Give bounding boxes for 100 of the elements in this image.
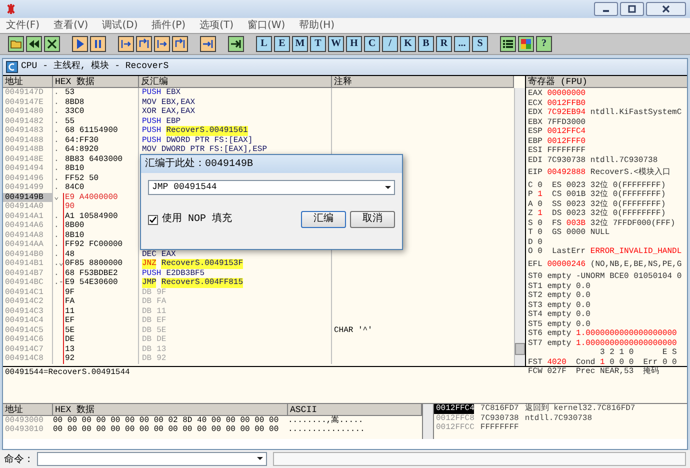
address-cell: 00491488 [3,136,53,145]
menu-item[interactable]: 调试(D) [102,18,138,33]
operand: 13 [156,344,166,354]
toolbar-button[interactable]: M [292,36,308,52]
toolbar-button[interactable] [228,36,244,52]
menu-item[interactable]: 选项(T) [200,18,234,33]
register-text: 7C92EB94 [547,108,586,118]
minimize-button[interactable] [594,2,618,16]
menu-item[interactable]: 查看(V) [54,18,88,33]
register-text: A 0 SS 0023 32位 0(FFFFFFFF) [528,200,666,208]
close-icon [661,5,671,13]
toolbar-button[interactable]: H [346,36,362,52]
mnemonic: DEC [142,250,156,259]
menu-item[interactable]: 插件(P) [152,18,186,33]
mnemonic: DB [142,344,152,354]
command-combobox[interactable] [36,452,267,466]
toolbar-button[interactable]: B [418,36,434,52]
scrollbar[interactable] [514,88,525,366]
jump-marker: . [54,250,59,259]
operand: RecoverS.0049153F [161,259,244,268]
toolbar-button[interactable] [90,36,106,52]
register-text: 1.0000000000000000000 [576,329,677,338]
menu-item[interactable]: 帮助(H) [299,18,335,33]
toolbar-button[interactable] [136,36,152,52]
address-cell: 004914C7 [3,344,53,354]
dialog-button[interactable]: 取消 [350,211,395,228]
register-text: 00000246 [547,260,586,269]
toolbar-button[interactable] [172,36,188,52]
toolbar-button[interactable]: L [256,36,272,52]
hex-cell: 8B10 [65,230,84,240]
toolbar-button[interactable] [154,36,170,52]
mnemonic: MOV [142,145,156,154]
column-header[interactable]: 地址 [3,76,53,88]
hex-cell: 8B00 [65,221,84,230]
step-arrow-icon [156,38,168,50]
toolbar-button[interactable]: S [472,36,488,52]
dialog-button[interactable]: 汇编 [301,211,346,228]
register-text: 4020 [547,358,566,367]
address-cell: 00491496 [3,174,53,183]
mnemonic: XOR [142,107,156,116]
operand: EF [156,316,166,326]
column-header[interactable]: HEX 数据 [53,76,139,88]
close-button[interactable] [646,2,686,16]
jump-marker: . [54,174,59,183]
jump-marker: . [54,221,59,230]
menu-item[interactable]: 文件(F) [6,18,40,33]
instruction-combobox[interactable]: JMP 00491544 [148,180,395,195]
hex-cell-text: 00 00 00 00 00 00 00 00 00 00 00 00 00 00 00 00 [53,425,280,434]
hex-cell: FF92 FC00000 [65,240,123,250]
scrollbar[interactable] [423,404,434,439]
step-over-icon [174,38,186,50]
column-header[interactable]: ASCII [288,404,422,416]
restore-icon [627,5,637,13]
toolbar-button[interactable] [518,36,534,52]
operand: DE [156,335,166,344]
hex-cell: 11 [65,306,75,316]
menu-item[interactable]: 窗口(W) [248,18,286,33]
toolbar-button[interactable] [500,36,516,52]
column-header[interactable]: HEX 数据 [53,404,288,416]
hex-cell: 5E [65,326,75,335]
jump-marker: .- [54,278,64,288]
register-text: EDI 7C930738 ntdll.7C930738 [528,156,658,165]
jump-marker: . [54,240,59,250]
address-cell: 004914A0 [3,202,53,212]
toolbar-button[interactable]: T [310,36,326,52]
toolbar-button[interactable]: ? [536,36,552,52]
hex-cell: EF [65,316,75,326]
register-text: EAX [528,89,544,98]
toolbar-button[interactable]: R [436,36,452,52]
address-cell: 004914B1 [3,259,53,268]
address-cell: 004914A1 [3,212,53,221]
toolbar-button[interactable]: / [382,36,398,52]
toolbar-button[interactable]: C [364,36,380,52]
hex-cell: E9 54E30600 [65,278,118,288]
toolbar-button[interactable] [44,36,60,52]
ascii-cell-text: ........,嵩..... [288,416,364,425]
jump-marker: . [54,230,59,240]
checkmark-icon [149,216,157,224]
stack-value: 7C930738 [480,414,519,423]
toolbar-button[interactable] [26,36,42,52]
checkbox[interactable] [148,214,158,224]
toolbar-button[interactable]: K [400,36,416,52]
toolbar-button[interactable] [8,36,24,52]
toolbar-button[interactable]: W [328,36,344,52]
register-text: Cond [575,358,596,367]
toolbar-button[interactable] [118,36,134,52]
toolbar-button[interactable]: ... [454,36,470,52]
column-header[interactable]: 注释 [332,76,514,88]
scroll-thumb[interactable] [515,343,525,355]
toolbar-button[interactable] [72,36,88,52]
register-text: S 0 FS [528,218,563,228]
column-header[interactable]: 地址 [3,404,53,416]
toolbar-button[interactable] [200,36,216,52]
column-header[interactable]: 反汇编 [139,76,332,88]
maximize-button[interactable] [620,2,644,16]
address-cell: 004914C2 [3,297,53,306]
address-cell: 00491483 [3,126,53,136]
comment-cell: CHAR '^' [334,326,372,334]
jump-marker: . [54,183,59,192]
toolbar-button[interactable]: E [274,36,290,52]
